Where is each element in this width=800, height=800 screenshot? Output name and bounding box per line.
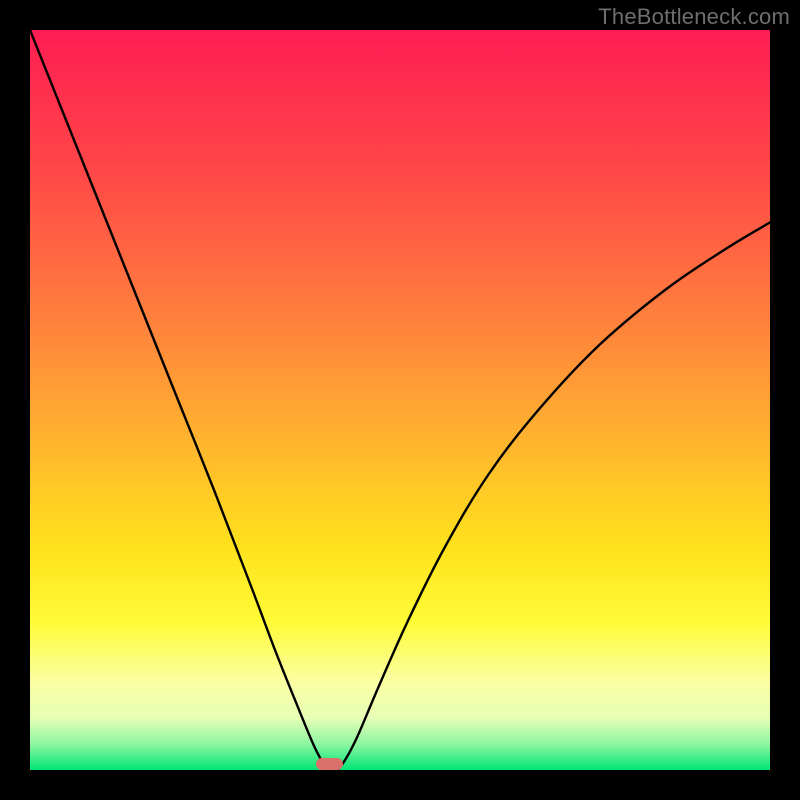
- chart-frame: TheBottleneck.com: [0, 0, 800, 800]
- bottleneck-curve: [30, 30, 770, 770]
- plot-area: [30, 30, 770, 770]
- watermark-text: TheBottleneck.com: [598, 4, 790, 30]
- bottleneck-marker: [316, 758, 343, 770]
